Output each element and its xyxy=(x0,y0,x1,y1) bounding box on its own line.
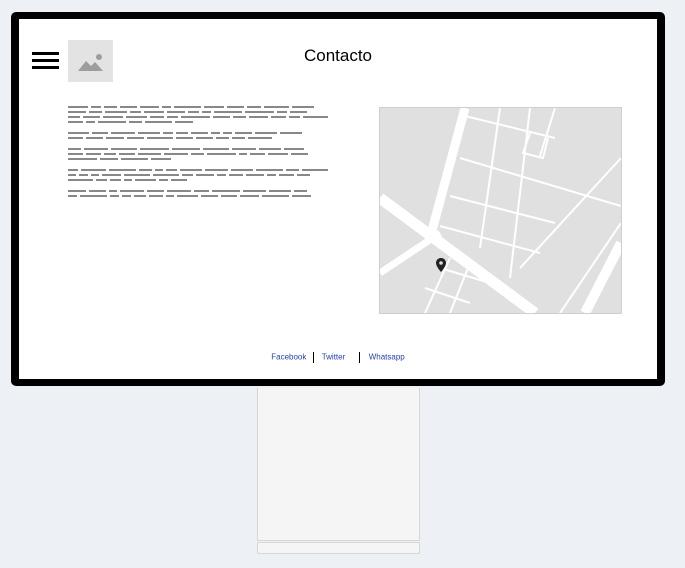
placeholder-paragraph xyxy=(68,188,328,198)
placeholder-paragraph xyxy=(68,146,328,161)
page-title: Contacto xyxy=(303,46,373,65)
map[interactable] xyxy=(379,107,622,314)
facebook-link[interactable]: Facebook xyxy=(271,353,306,362)
monitor-frame: Contacto Facebook Twitter Whatsapp xyxy=(11,12,665,386)
placeholder-paragraph xyxy=(68,130,328,140)
twitter-link[interactable]: Twitter xyxy=(322,353,346,362)
whatsapp-link[interactable]: Whatsapp xyxy=(369,353,405,362)
placeholder-text xyxy=(68,104,329,204)
monitor-stand xyxy=(257,388,420,541)
screen: Contacto Facebook Twitter Whatsapp xyxy=(19,19,657,379)
monitor-stand-base xyxy=(257,542,420,554)
placeholder-paragraph xyxy=(68,104,329,124)
divider xyxy=(359,352,361,363)
placeholder-paragraph xyxy=(68,167,328,182)
footer: Facebook Twitter Whatsapp xyxy=(19,352,657,363)
map-pin-icon[interactable] xyxy=(436,258,446,272)
divider xyxy=(312,352,314,363)
